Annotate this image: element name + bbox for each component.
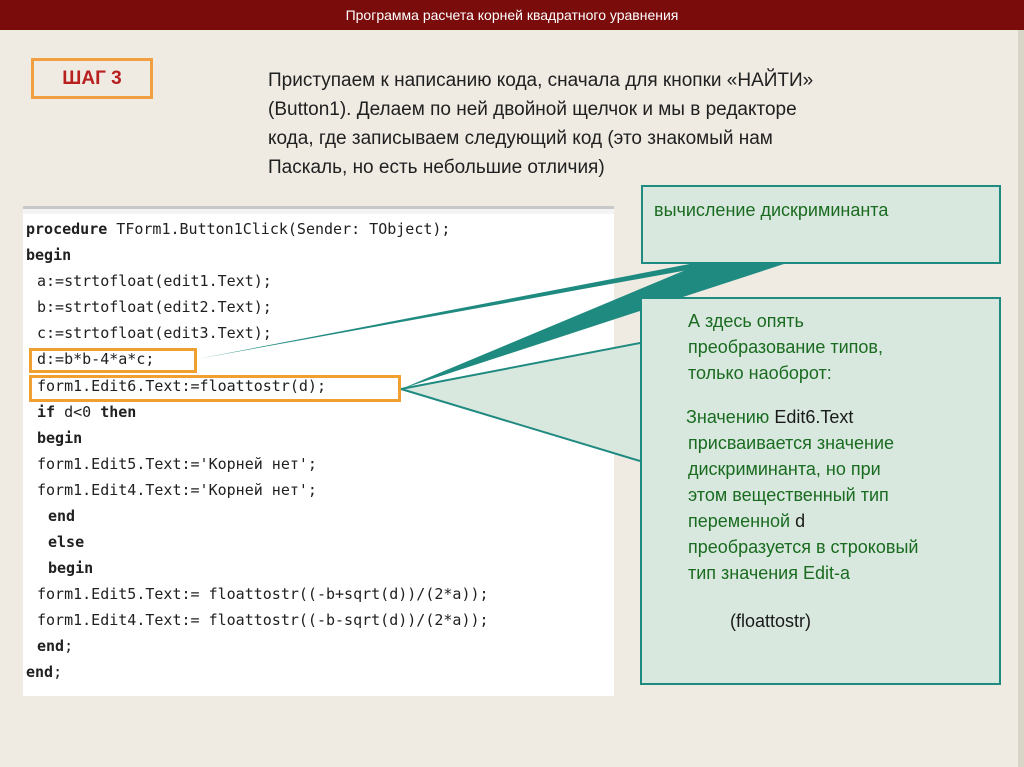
- callout-para1-line: преобразование типов,: [688, 337, 883, 357]
- callout-para2-var-code: d: [795, 511, 806, 531]
- connector-wedge-2: [401, 343, 640, 461]
- callout-para2-prefix: Значению: [686, 407, 775, 427]
- callout-discriminant-text: вычисление дискриминанта: [654, 200, 889, 220]
- callout-type-conversion: А здесь опять преобразование типов, толь…: [640, 297, 1001, 685]
- callout-para2-line: этом вещественный тип: [688, 485, 889, 505]
- callout-para1-line: только наоборот:: [688, 363, 832, 383]
- callout-para2-line: присваивается значение: [688, 433, 895, 453]
- callout-para1-line: А здесь опять: [688, 311, 804, 331]
- callout-func-name: (floattostr): [730, 611, 812, 631]
- callout-para2-line: дискриминанта, но при: [688, 459, 881, 479]
- callout-para2-var-prefix: переменной: [688, 511, 796, 531]
- callout-para2-rest-line: тип значения Edit-a: [688, 563, 851, 583]
- callout-para2-var-line: переменной d: [688, 508, 805, 534]
- callout-para2-rest-line: преобразуется в строковый: [688, 537, 919, 557]
- callout-discriminant: вычисление дискриминанта: [641, 185, 1001, 264]
- callout-para2-code: Edit6.Text: [774, 407, 854, 427]
- callout-para2-first-line: Значению Edit6.Text: [686, 404, 853, 430]
